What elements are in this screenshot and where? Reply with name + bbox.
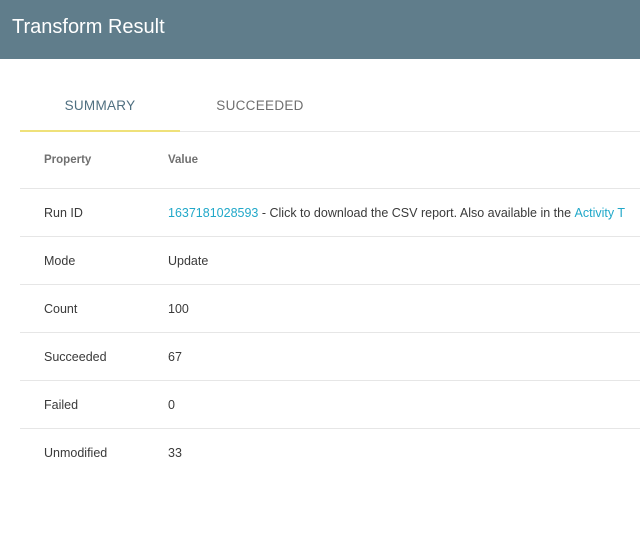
run-id-download-link[interactable]: 1637181028593: [168, 206, 258, 220]
table-row: Unmodified 33: [20, 429, 640, 476]
property-cell: Succeeded: [44, 349, 107, 364]
value-cell: Update: [168, 253, 209, 268]
page-title: Transform Result: [12, 16, 165, 38]
table-row: Failed 0: [20, 381, 640, 429]
value-cell: 0: [168, 397, 175, 412]
table-row-run-id: Run ID 1637181028593 - Click to download…: [20, 189, 640, 237]
property-cell: Failed: [44, 397, 79, 412]
property-cell: Count: [44, 301, 78, 316]
table-header-row: Property Value: [20, 132, 640, 189]
table-row: Mode Update: [20, 237, 640, 285]
value-cell: 33: [168, 445, 182, 460]
property-cell: Mode: [44, 253, 76, 268]
tab-succeeded[interactable]: SUCCEEDED: [180, 82, 340, 131]
column-header-property: Property: [44, 154, 92, 166]
run-id-value: 1637181028593 - Click to download the CS…: [168, 189, 625, 236]
activity-link[interactable]: Activity T: [575, 206, 625, 220]
property-cell: Unmodified: [44, 445, 108, 460]
table-row: Count 100: [20, 285, 640, 333]
app-header: Transform Result: [0, 0, 640, 59]
tab-bar: SUMMARY SUCCEEDED: [20, 82, 640, 132]
table-row: Succeeded 67: [20, 333, 640, 381]
run-id-label: Run ID: [44, 205, 83, 220]
value-cell: 67: [168, 349, 182, 364]
run-id-description: - Click to download the CSV report. Also…: [258, 205, 575, 220]
summary-table: Property Value Run ID 1637181028593 - Cl…: [20, 132, 640, 476]
value-cell: 100: [168, 301, 189, 316]
column-header-value: Value: [168, 154, 199, 166]
tab-summary[interactable]: SUMMARY: [20, 82, 180, 131]
